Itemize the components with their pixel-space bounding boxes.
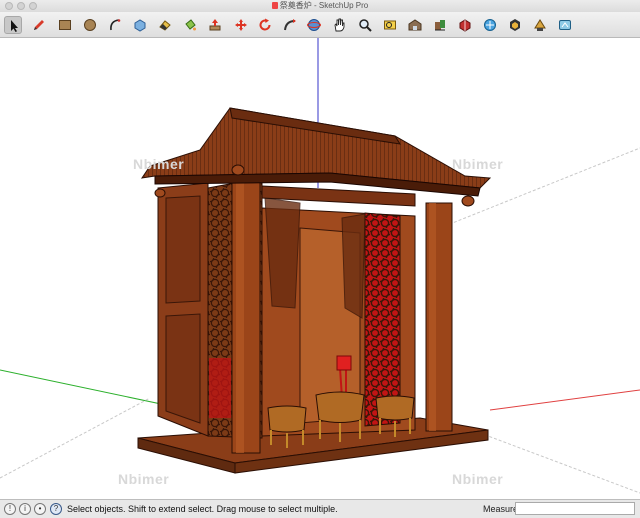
eraser-tool-button[interactable] <box>156 16 174 34</box>
rotate-icon <box>259 18 271 31</box>
share-model-icon <box>435 20 445 31</box>
arc-tool-button[interactable] <box>106 16 124 34</box>
paint-bucket-tool-button[interactable] <box>181 16 199 34</box>
inferred-axis-1 <box>0 397 151 479</box>
move-arrows-icon <box>235 19 247 31</box>
zoom-tool-button[interactable] <box>356 16 374 34</box>
model-viewport[interactable]: Nbimer Nbimer Nbimer Nbimer <box>0 38 640 499</box>
preferences-button[interactable] <box>556 16 574 34</box>
push-pull-tool-button[interactable] <box>206 16 224 34</box>
toolbar <box>0 12 640 38</box>
paint-bucket-icon <box>185 19 196 31</box>
shrine-model[interactable] <box>137 107 492 474</box>
status-bar: ! i • ? Select objects. Shift to extend … <box>0 499 640 518</box>
zoom-extents-icon <box>384 20 396 30</box>
follow-me-icon <box>284 19 296 31</box>
user-icon[interactable]: • <box>34 503 46 515</box>
extension-icon <box>459 19 471 32</box>
document-icon <box>271 2 278 9</box>
get-models-button[interactable] <box>506 16 524 34</box>
red-axis <box>489 389 640 411</box>
title-bar: 祭奠香炉 - SketchUp Pro <box>0 0 640 12</box>
style-builder-button[interactable] <box>531 16 549 34</box>
credits-icon[interactable]: i <box>19 503 31 515</box>
watermark: Nbimer <box>452 471 504 487</box>
select-tool-button[interactable] <box>4 16 22 34</box>
3d-warehouse-button[interactable] <box>406 16 424 34</box>
make-component-button[interactable] <box>131 16 149 34</box>
arc-icon <box>110 19 121 31</box>
circle-icon <box>84 19 96 31</box>
layout-icon <box>484 19 496 31</box>
share-model-button[interactable] <box>431 16 449 34</box>
inferred-axis-2 <box>479 432 640 494</box>
sketchup-window: 祭奠香炉 - SketchUp Pro Nbimer Nbimer Nbimer… <box>0 0 640 518</box>
follow-me-tool-button[interactable] <box>281 16 299 34</box>
instructor-help-icon[interactable]: ? <box>50 503 62 515</box>
circle-tool-button[interactable] <box>81 16 99 34</box>
magnifier-icon <box>359 19 372 32</box>
status-message: Select objects. Shift to extend select. … <box>67 504 338 514</box>
extension-warehouse-button[interactable] <box>456 16 474 34</box>
window-title: 祭奠香炉 - SketchUp Pro <box>0 0 640 12</box>
eraser-icon <box>159 20 171 31</box>
push-pull-icon <box>209 19 221 31</box>
orbit-tool-button[interactable] <box>305 16 323 34</box>
rotate-tool-button[interactable] <box>256 16 274 34</box>
green-axis <box>0 369 181 409</box>
style-icon <box>534 19 546 31</box>
preferences-icon <box>559 20 571 30</box>
zoom-extents-button[interactable] <box>381 16 399 34</box>
measurements-input[interactable] <box>515 502 635 515</box>
watermark: Nbimer <box>118 471 170 487</box>
pan-tool-button[interactable] <box>330 16 348 34</box>
rectangle-icon <box>59 20 71 30</box>
warehouse-icon <box>408 19 422 31</box>
layout-button[interactable] <box>481 16 499 34</box>
watermark: Nbimer <box>452 156 504 172</box>
line-tool-button[interactable] <box>30 16 48 34</box>
arrow-pointer-icon <box>11 20 18 32</box>
move-tool-button[interactable] <box>232 16 250 34</box>
get-models-icon <box>510 19 520 31</box>
component-icon <box>134 19 146 32</box>
watermark: Nbimer <box>133 156 185 172</box>
pencil-icon <box>34 20 44 30</box>
model-scene <box>0 38 640 494</box>
window-title-text: 祭奠香炉 - SketchUp Pro <box>279 1 369 10</box>
orbit-icon <box>307 19 321 31</box>
rectangle-tool-button[interactable] <box>56 16 74 34</box>
geo-location-icon[interactable]: ! <box>4 503 16 515</box>
hand-icon <box>334 18 345 32</box>
